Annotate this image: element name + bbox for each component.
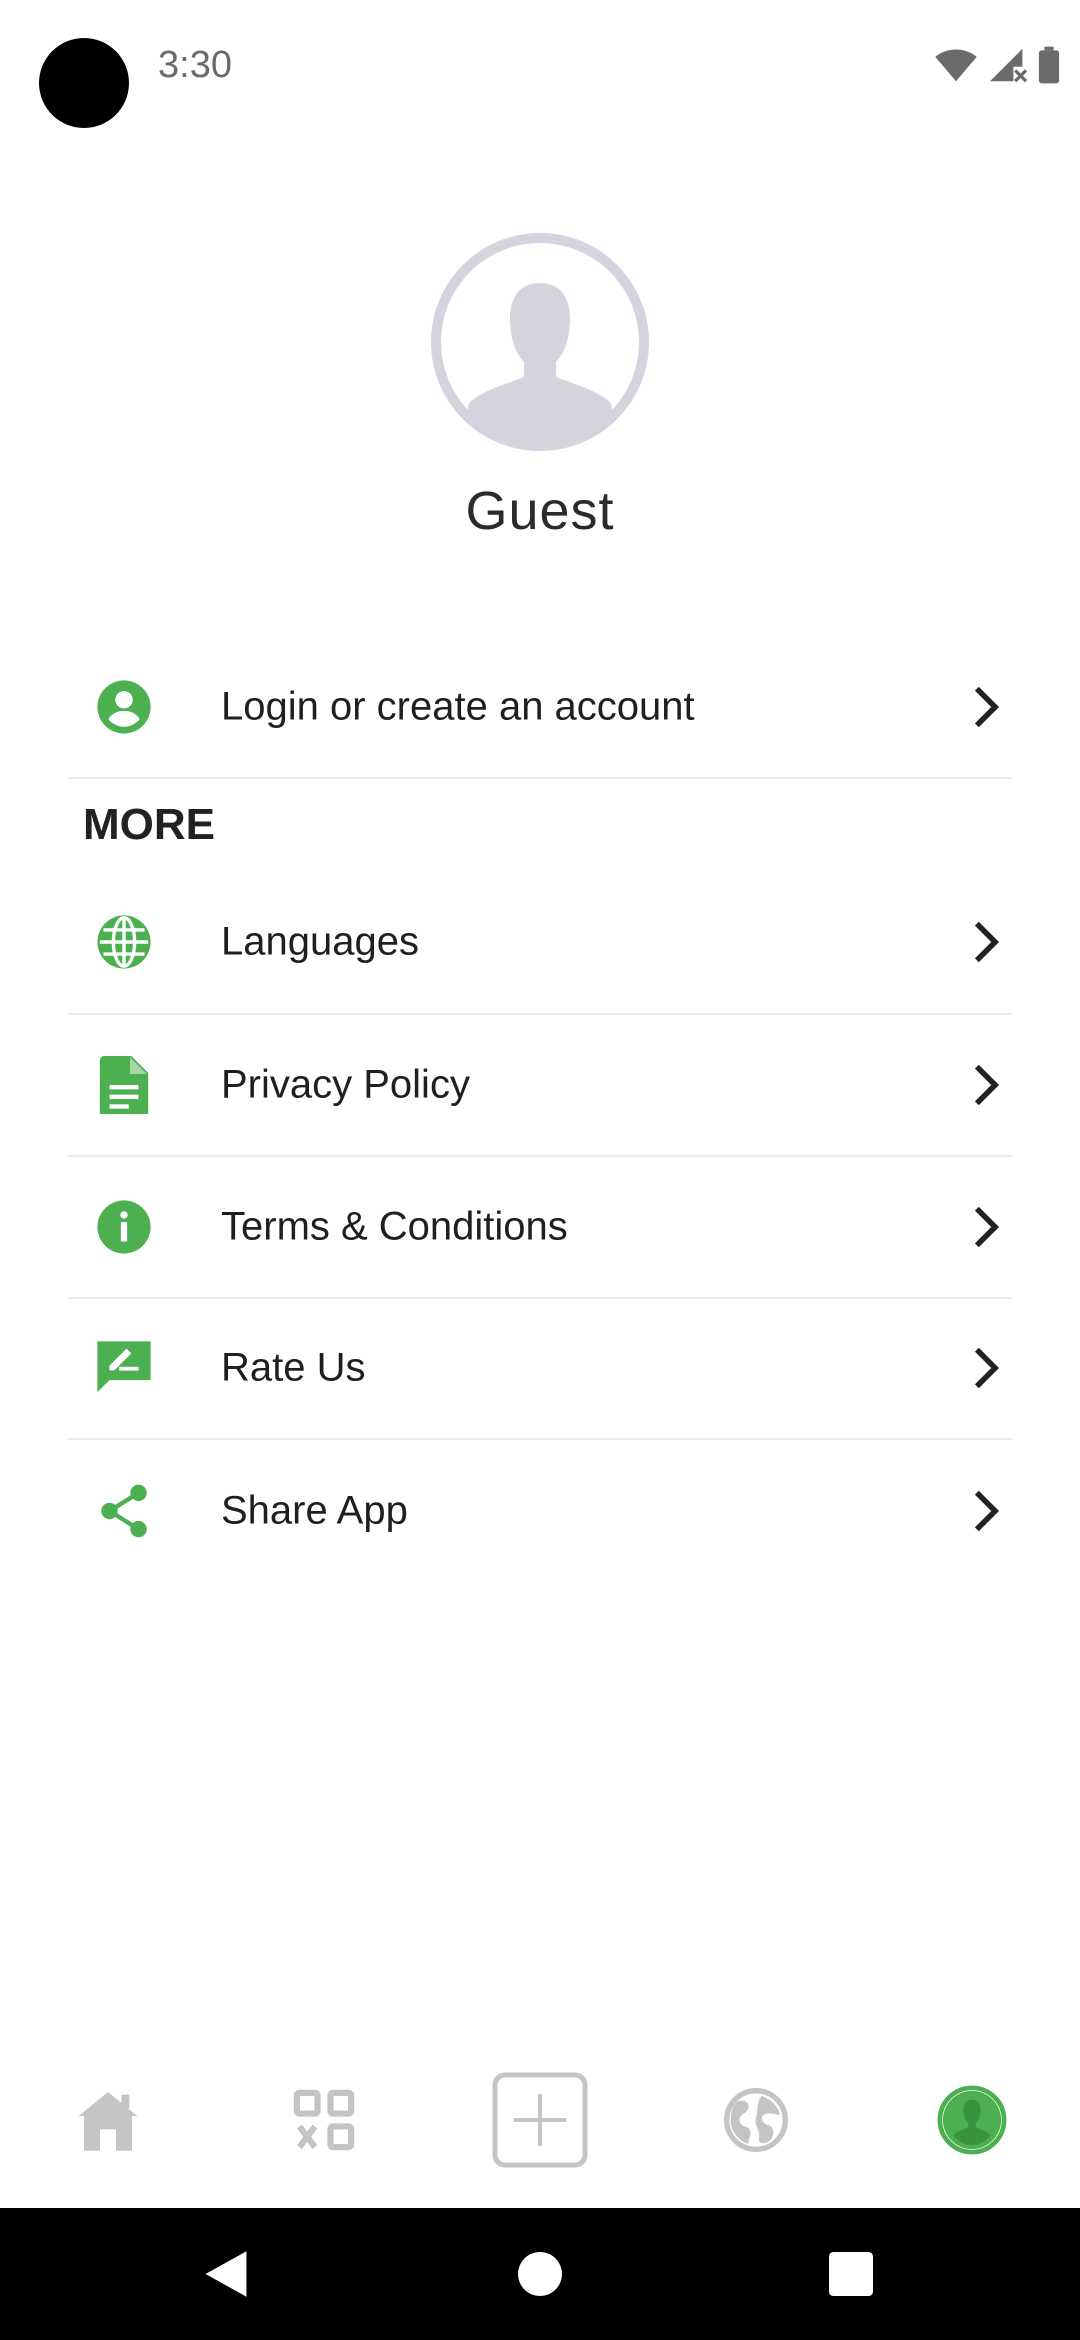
login-label: Login or create an account — [221, 684, 695, 729]
signal-icon — [990, 48, 1028, 83]
system-nav-bar — [0, 2208, 1080, 2340]
status-icons — [934, 46, 1060, 84]
menu-item-rate-us[interactable]: Rate Us — [68, 1297, 1012, 1439]
globe-icon — [724, 2088, 788, 2152]
system-back-button[interactable] — [196, 2208, 256, 2340]
login-row[interactable]: Login or create an account — [68, 636, 1012, 778]
camera-cutout — [39, 38, 129, 128]
wifi-icon — [935, 49, 977, 82]
menu-item-share-app[interactable]: Share App — [68, 1440, 1012, 1582]
rate-review-icon — [94, 1338, 154, 1398]
globe-icon — [94, 912, 154, 972]
chevron-right-icon — [974, 1490, 1000, 1532]
home-icon — [78, 2092, 138, 2151]
divider — [68, 777, 1012, 779]
nav-home[interactable] — [48, 2060, 168, 2180]
status-bar: 3:30 — [0, 0, 1080, 140]
profile-icon — [937, 2085, 1007, 2155]
user-placeholder-icon — [431, 233, 649, 451]
chevron-right-icon — [974, 1064, 1000, 1106]
apps-grid-icon — [293, 2089, 355, 2151]
menu-item-label: Rate Us — [221, 1345, 366, 1390]
chevron-right-icon — [974, 1347, 1000, 1389]
menu-item-terms-conditions[interactable]: Terms & Conditions — [68, 1156, 1012, 1298]
bottom-nav — [0, 2040, 1080, 2208]
menu-item-languages[interactable]: Languages — [68, 871, 1012, 1013]
section-title-more: MORE — [83, 800, 215, 849]
share-icon — [94, 1481, 154, 1541]
avatar — [429, 231, 651, 453]
chevron-right-icon — [974, 1206, 1000, 1248]
menu-item-label: Share App — [221, 1488, 408, 1533]
chevron-right-icon — [974, 686, 1000, 728]
status-time: 3:30 — [158, 44, 232, 86]
nav-apps[interactable] — [264, 2060, 384, 2180]
recents-square-icon — [829, 2252, 873, 2296]
info-icon — [94, 1197, 154, 1257]
document-icon — [94, 1055, 154, 1115]
account-circle-icon — [94, 677, 154, 737]
add-icon — [492, 2072, 588, 2168]
menu-item-label: Terms & Conditions — [221, 1204, 568, 1249]
nav-profile[interactable] — [912, 2060, 1032, 2180]
home-circle-icon — [518, 2252, 562, 2296]
system-home-button[interactable] — [514, 2208, 566, 2340]
menu-item-label: Languages — [221, 919, 419, 964]
nav-explore[interactable] — [696, 2060, 816, 2180]
chevron-right-icon — [974, 921, 1000, 963]
system-recents-button[interactable] — [826, 2208, 876, 2340]
menu-item-label: Privacy Policy — [221, 1062, 470, 1107]
nav-add[interactable] — [480, 2060, 600, 2180]
battery-icon — [1038, 46, 1060, 84]
profile-name: Guest — [465, 481, 615, 541]
menu-item-privacy-policy[interactable]: Privacy Policy — [68, 1014, 1012, 1156]
back-triangle-icon — [205, 2251, 247, 2297]
